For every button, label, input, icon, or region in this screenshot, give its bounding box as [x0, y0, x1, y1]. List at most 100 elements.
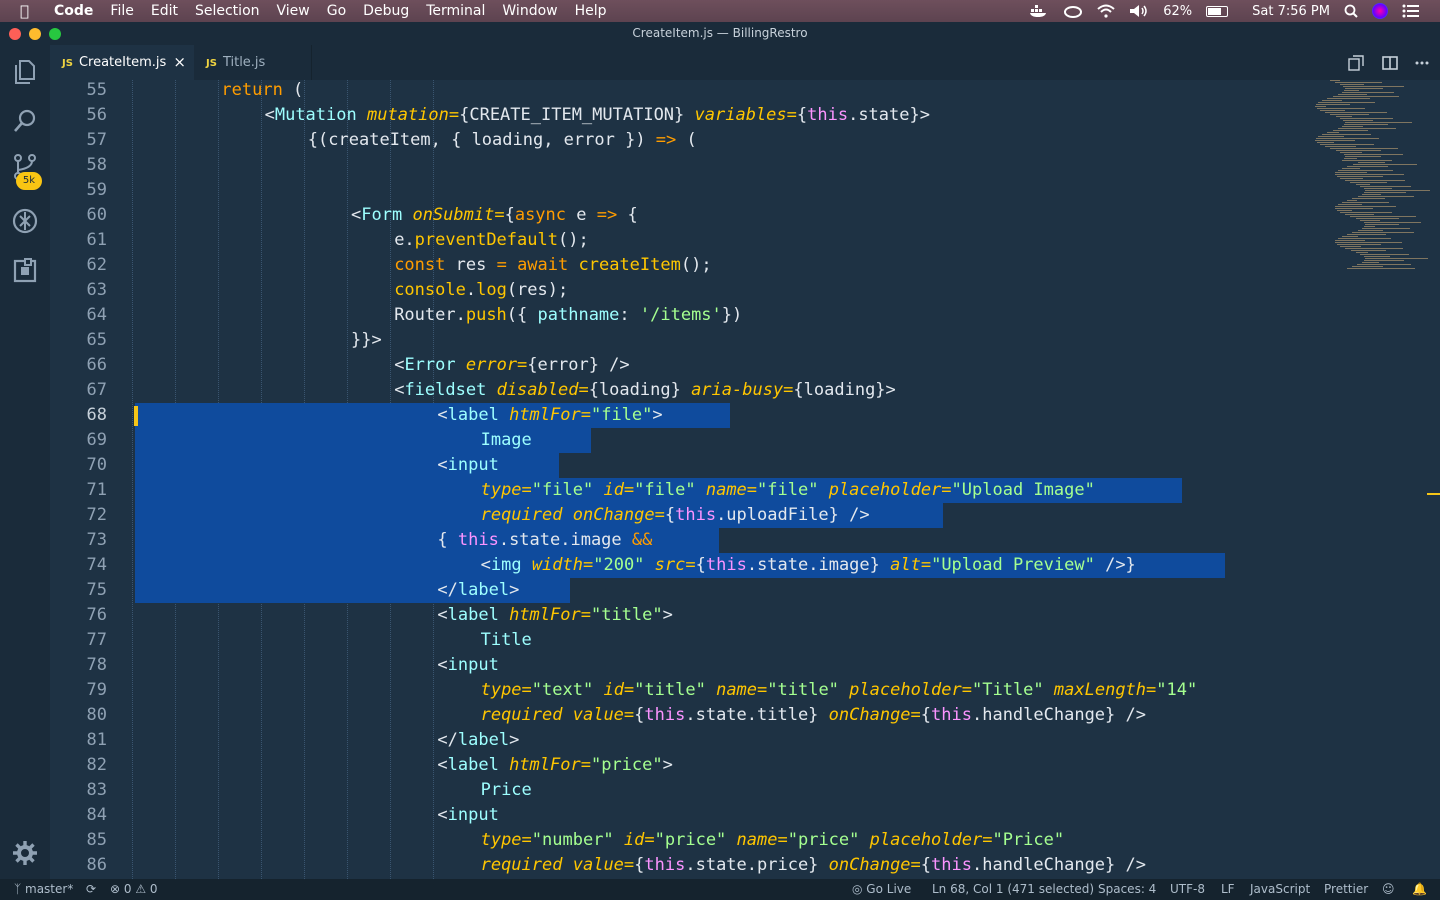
code-line[interactable]: 60 <Form onSubmit={async e => { [50, 203, 1440, 228]
battery-percent: 62% [1163, 3, 1193, 19]
settings-gear-icon[interactable] [11, 839, 39, 867]
code-line[interactable]: 71 type="file" id="file" name="file" plac… [50, 478, 1440, 503]
code-token: this [644, 705, 686, 725]
close-window-button[interactable] [9, 28, 21, 40]
code-line[interactable]: 68 <label htmlFor="file"> [50, 403, 1440, 428]
notification-center-icon[interactable] [1402, 4, 1420, 18]
minimap-line [1337, 204, 1362, 205]
menu-selection[interactable]: Selection [195, 0, 260, 22]
language-mode[interactable]: JavaScript [1250, 879, 1310, 900]
code-line[interactable]: 59 [50, 178, 1440, 203]
menubar-status-area: 62% Sat 7:56 PM [1029, 0, 1420, 22]
go-live-button[interactable]: ◎ Go Live [852, 879, 911, 900]
code-line[interactable]: 66 <Error error={error} /> [50, 353, 1440, 378]
extensions-icon[interactable] [11, 257, 39, 285]
tab-title[interactable]: JS Title.js [194, 45, 312, 80]
cursor-position[interactable]: Ln 68, Col 1 (471 selected) [932, 879, 1094, 900]
search-icon[interactable] [11, 107, 39, 135]
code-line[interactable]: 79 type="text" id="title" name="title" pl… [50, 678, 1440, 703]
docker-icon[interactable] [1029, 4, 1049, 18]
tab-createitem[interactable]: JS CreateItem.js × [50, 45, 194, 80]
code-line[interactable]: 56 <Mutation mutation={CREATE_ITEM_MUTATI… [50, 103, 1440, 128]
menu-edit[interactable]: Edit [151, 0, 178, 22]
menu-view[interactable]: View [277, 0, 310, 22]
line-number: 85 [86, 830, 107, 850]
menu-go[interactable]: Go [327, 0, 346, 22]
code-editor[interactable]: 55 return (56 <Mutation mutation={CREATE_I… [50, 80, 1440, 879]
code-line[interactable]: 74 <img width="200" src={this.state.image… [50, 553, 1440, 578]
code-line[interactable]: 81 </label> [50, 728, 1440, 753]
code-line[interactable]: 84 <input [50, 803, 1440, 828]
code-line[interactable]: 86 required value={this.state.price} onCh… [50, 853, 1440, 878]
close-tab-icon[interactable]: × [173, 45, 186, 80]
code-line[interactable]: 55 return ( [50, 80, 1440, 103]
minimap-line [1320, 144, 1375, 145]
code-line[interactable]: 73 { this.state.image && [50, 528, 1440, 553]
code-token: && [631, 530, 653, 550]
minimap-line [1364, 258, 1428, 259]
code-line[interactable]: 83 Price [50, 778, 1440, 803]
line-number: 57 [86, 130, 107, 150]
code-line[interactable]: 57 {(createItem, { loading, error }) => ( [50, 128, 1440, 153]
notifications-bell-icon[interactable]: 🔔 [1412, 879, 1427, 900]
menu-app[interactable]: Code [54, 0, 93, 22]
volume-icon[interactable] [1129, 4, 1149, 18]
code-line[interactable]: 82 <label htmlFor="price"> [50, 753, 1440, 778]
menubar-clock[interactable]: Sat 7:56 PM [1252, 4, 1330, 19]
debug-icon[interactable] [11, 207, 39, 235]
code-text: <Mutation mutation={CREATE_ITEM_MUTATION… [265, 103, 930, 128]
explorer-icon[interactable] [11, 57, 39, 85]
code-line[interactable]: 64 Router.push({ pathname: '/items'}) [50, 303, 1440, 328]
zoom-window-button[interactable] [49, 28, 61, 40]
siri-icon[interactable] [1372, 3, 1388, 19]
code-line[interactable]: 69 Image [50, 428, 1440, 453]
problems-indicator[interactable]: ⊗ 0 ⚠ 0 [110, 879, 158, 900]
split-editor-icon[interactable] [1382, 55, 1398, 71]
encoding[interactable]: UTF-8 [1170, 879, 1205, 900]
indentation[interactable]: Spaces: 4 [1098, 879, 1156, 900]
code-line[interactable]: 75 </label> [50, 578, 1440, 603]
code-line[interactable]: 63 console.log(res); [50, 278, 1440, 303]
menu-terminal[interactable]: Terminal [426, 0, 485, 22]
end-of-line[interactable]: LF [1221, 879, 1235, 900]
spotlight-search-icon[interactable] [1344, 4, 1358, 18]
git-branch[interactable]: ᛉ master* [14, 879, 73, 900]
prettier-status[interactable]: Prettier [1324, 879, 1368, 900]
code-token: name= [705, 480, 758, 500]
code-line[interactable]: 77 Title [50, 628, 1440, 653]
code-token: }}> [351, 330, 382, 350]
menu-file[interactable]: File [110, 0, 133, 22]
apple-icon[interactable]:  [20, 2, 36, 20]
code-line[interactable]: 61 e.preventDefault(); [50, 228, 1440, 253]
line-number: 76 [86, 605, 107, 625]
sync-icon[interactable]: ⟳ [86, 879, 96, 900]
minimap-line [1350, 250, 1386, 251]
line-number: 81 [86, 730, 107, 750]
menu-debug[interactable]: Debug [363, 0, 409, 22]
menu-window[interactable]: Window [502, 0, 557, 22]
code-line[interactable]: 78 <input [50, 653, 1440, 678]
minimap-line [1336, 210, 1352, 211]
code-line[interactable]: 62 const res = await createItem(); [50, 253, 1440, 278]
code-line[interactable]: 58 [50, 153, 1440, 178]
code-line[interactable]: 70 <input [50, 453, 1440, 478]
menu-help[interactable]: Help [575, 0, 607, 22]
code-line[interactable]: 72 required onChange={this.uploadFile} /> [50, 503, 1440, 528]
code-line[interactable]: 76 <label htmlFor="title"> [50, 603, 1440, 628]
more-actions-icon[interactable] [1414, 55, 1430, 71]
battery-icon[interactable] [1206, 5, 1229, 17]
code-line[interactable]: 80 required value={this.state.title} onCh… [50, 703, 1440, 728]
feedback-smiley-icon[interactable]: ☺ [1382, 879, 1395, 900]
code-token: this [457, 530, 499, 550]
wifi-icon[interactable] [1097, 4, 1115, 18]
code-line[interactable]: 65}}> [50, 328, 1440, 353]
code-line[interactable]: 67 <fieldset disabled={loading} aria-busy… [50, 378, 1440, 403]
code-line[interactable]: 85 type="number" id="price" name="price" … [50, 828, 1440, 853]
minimap[interactable] [1315, 80, 1430, 280]
open-changes-icon[interactable] [1348, 55, 1364, 71]
minimize-window-button[interactable] [29, 28, 41, 40]
creative-cloud-icon[interactable] [1063, 4, 1083, 18]
